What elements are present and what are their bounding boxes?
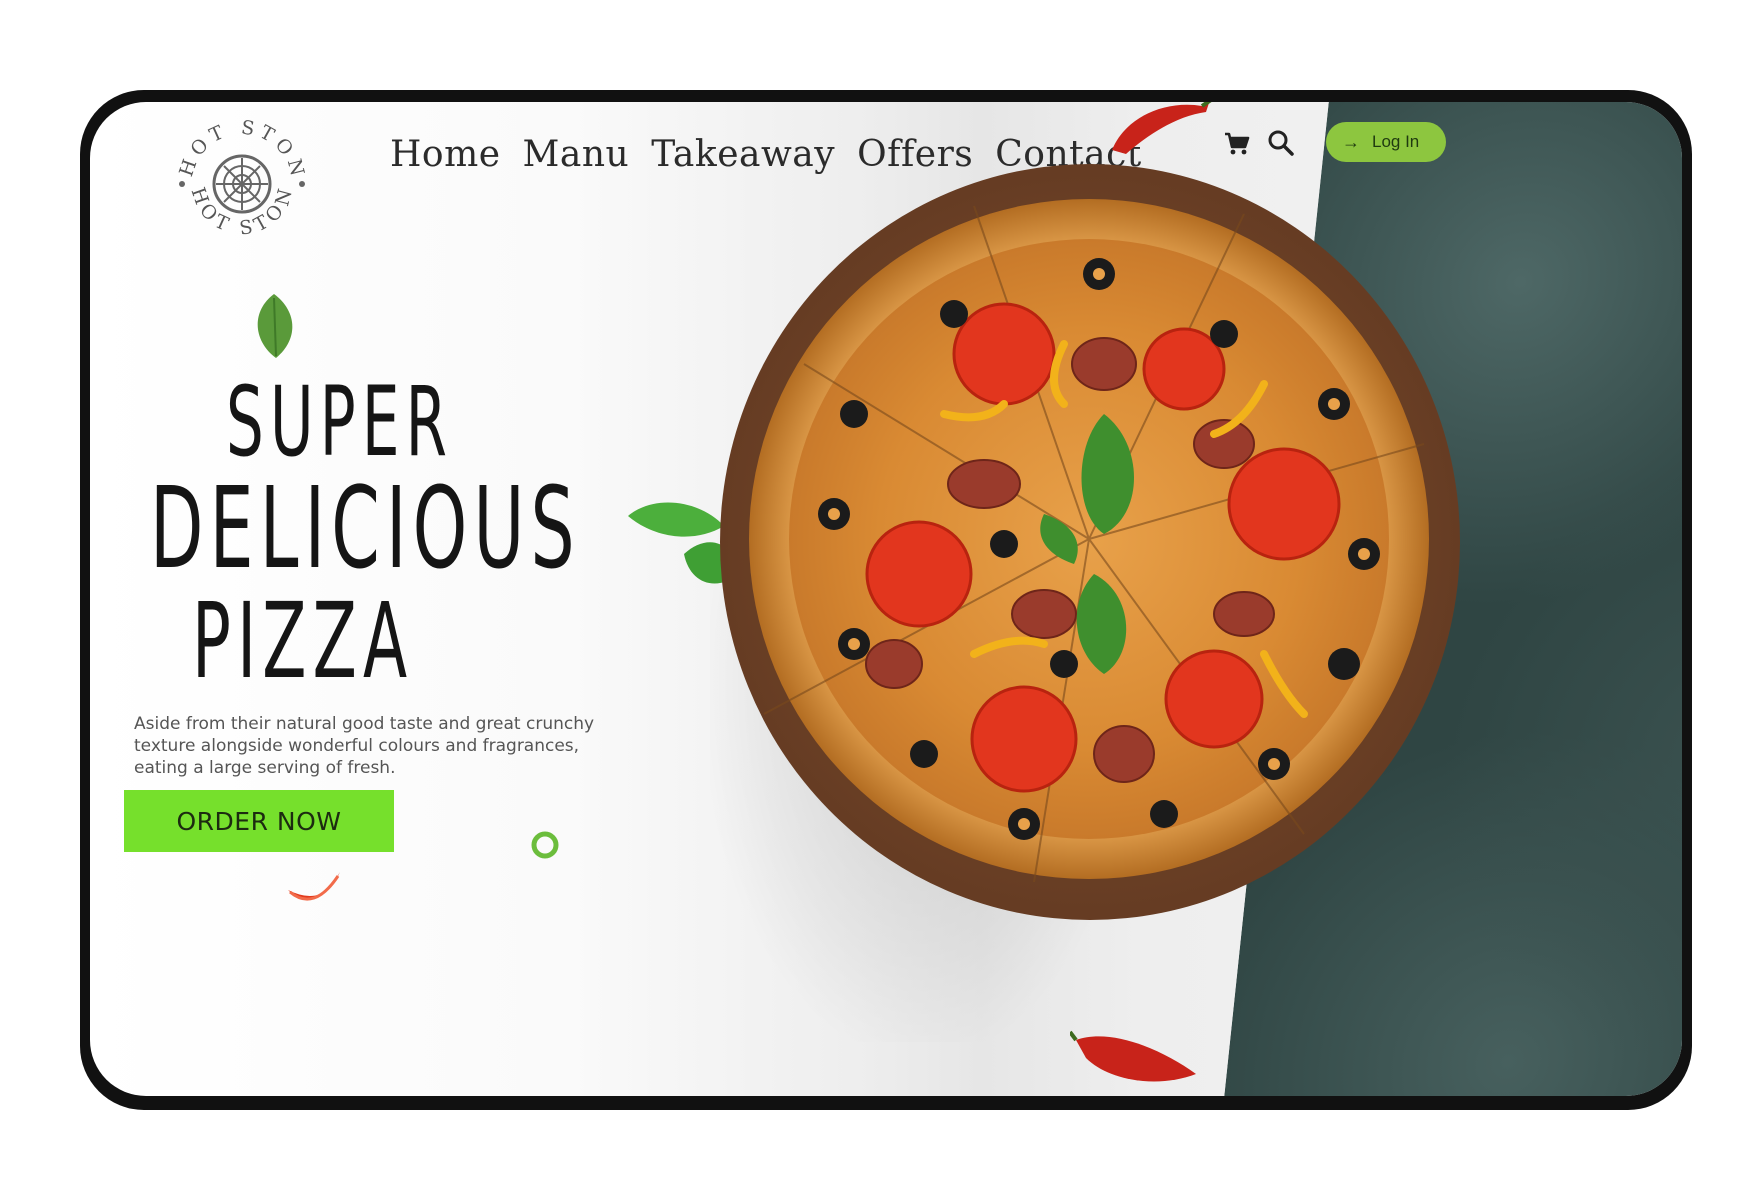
cart-icon[interactable] bbox=[1222, 128, 1252, 158]
basil-leaf-decoration bbox=[257, 294, 293, 358]
nav-takeaway[interactable]: Takeaway bbox=[651, 134, 835, 175]
nav-offers[interactable]: Offers bbox=[857, 134, 973, 175]
nav-menu[interactable]: Manu bbox=[523, 134, 630, 175]
order-now-button[interactable]: ORDER NOW bbox=[124, 790, 394, 852]
hero-title-line1: SUPER bbox=[226, 366, 454, 478]
hero-title-line3: PIZZA bbox=[192, 580, 414, 702]
search-icon[interactable] bbox=[1266, 128, 1296, 158]
hero-description: Aside from their natural good taste and … bbox=[134, 714, 595, 778]
login-label: Log In bbox=[1372, 132, 1420, 151]
device-frame: HOT STONE HOT STONE Hom bbox=[80, 90, 1692, 1110]
brand-logo[interactable]: HOT STONE HOT STONE bbox=[159, 102, 316, 258]
hero-title-line2: DELICIOUS bbox=[150, 464, 581, 594]
header-icons bbox=[1222, 128, 1296, 158]
website-screen: HOT STONE HOT STONE Hom bbox=[90, 102, 1682, 1096]
nav-home[interactable]: Home bbox=[390, 134, 501, 175]
chili-pepper-decoration bbox=[1112, 102, 1212, 154]
login-button[interactable]: → Log In bbox=[1326, 122, 1446, 162]
tomato-slice-decoration bbox=[288, 872, 340, 901]
pizza-image bbox=[749, 199, 1429, 883]
svg-text:HOT STONE: HOT STONE bbox=[168, 110, 310, 183]
chili-pepper-bottom-decoration bbox=[1070, 1030, 1196, 1082]
pepper-slice-decoration bbox=[531, 831, 559, 859]
arrow-right-icon: → bbox=[1342, 131, 1360, 152]
